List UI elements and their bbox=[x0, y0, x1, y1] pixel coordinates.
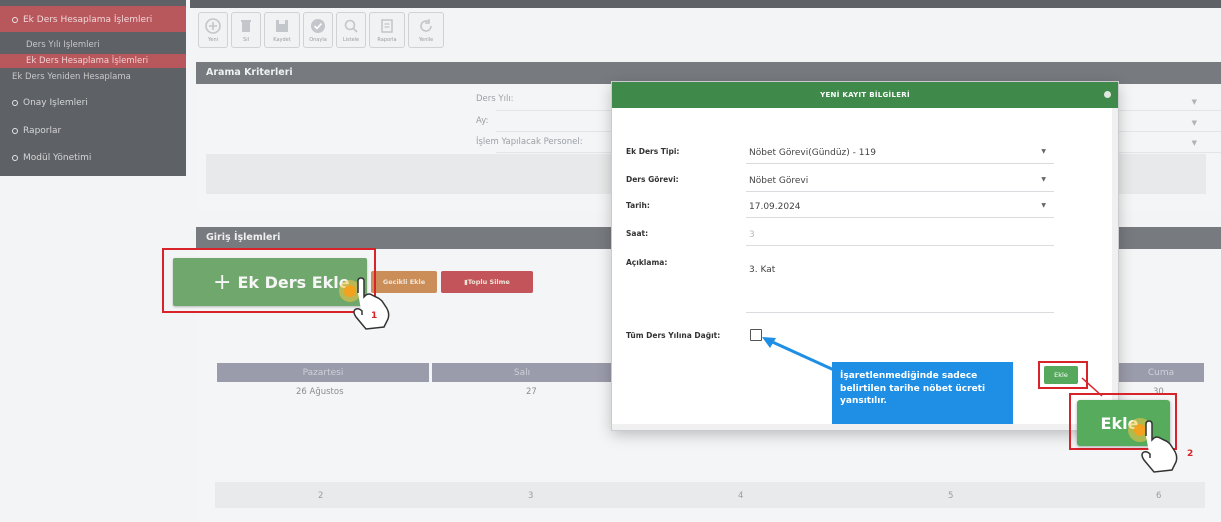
aciklama-label: Açıklama: bbox=[626, 258, 668, 267]
circle-icon bbox=[12, 154, 18, 161]
screen: Ek Ders Hesaplama İşlemleri Ders Yılı İş… bbox=[0, 0, 1221, 522]
approve-button[interactable]: Onayla bbox=[303, 12, 333, 48]
date-cell[interactable]: 27 bbox=[526, 387, 537, 397]
ders-gorevi-select[interactable]: Nöbet Görevi ▼ bbox=[746, 170, 1054, 192]
date-cell[interactable]: 6 bbox=[1156, 491, 1161, 501]
sidebar-item-ders-yili[interactable]: Ders Yılı İşlemleri bbox=[0, 40, 186, 50]
list-button[interactable]: Listele bbox=[336, 12, 366, 48]
info-callout: İşaretlenmediğinde sadece belirtilen tar… bbox=[832, 362, 1013, 424]
tum-ders-yili-label: Tüm Ders Yılına Dağıt: bbox=[626, 331, 721, 340]
circle-icon bbox=[12, 127, 18, 134]
ek-ders-tipi-select[interactable]: Nöbet Görevi(Gündüz) - 119 ▼ bbox=[746, 142, 1054, 164]
circle-icon bbox=[12, 16, 18, 23]
date-cell[interactable]: 3 bbox=[528, 491, 533, 501]
plus-circle-icon bbox=[205, 18, 221, 34]
sidebar-section-modul[interactable]: Modül Yönetimi bbox=[0, 153, 186, 163]
sidebar-item-ek-ders-hesaplama[interactable]: Ek Ders Hesaplama İşlemleri bbox=[0, 54, 186, 68]
chevron-down-icon: ▼ bbox=[1041, 148, 1046, 155]
new-button[interactable]: Yeni bbox=[198, 12, 228, 48]
day-header-sali: Salı bbox=[432, 363, 612, 382]
chevron-down-icon: ▼ bbox=[1191, 139, 1197, 147]
sidebar-section-ek-ders[interactable]: Ek Ders Hesaplama İşlemleri bbox=[0, 6, 186, 32]
refresh-button[interactable]: Yenile bbox=[408, 12, 444, 48]
saat-label: Saat: bbox=[626, 229, 649, 238]
saat-input[interactable]: 3 bbox=[746, 224, 1054, 246]
date-cell[interactable]: 26 Ağustos bbox=[296, 387, 344, 397]
hand-cursor-icon bbox=[1128, 418, 1178, 473]
refresh-icon bbox=[420, 19, 432, 32]
chevron-down-icon: ▼ bbox=[1041, 202, 1046, 209]
search-icon bbox=[344, 19, 358, 33]
calendar-week-row bbox=[215, 482, 1205, 508]
top-band bbox=[190, 0, 1221, 8]
sidebar: Ek Ders Hesaplama İşlemleri Ders Yılı İş… bbox=[0, 0, 186, 176]
check-circle-icon bbox=[311, 19, 325, 33]
ay-label: Ay: bbox=[476, 116, 489, 126]
toolbar: Yeni Sil Kaydet Onayla Listele Raporla Y… bbox=[198, 12, 444, 50]
date-cell[interactable]: 2 bbox=[318, 491, 323, 501]
ek-ders-tipi-label: Ek Ders Tipi: bbox=[626, 147, 680, 156]
arrow-icon bbox=[762, 337, 835, 372]
report-icon bbox=[381, 19, 393, 33]
aciklama-textarea[interactable]: 3. Kat bbox=[746, 255, 1054, 313]
save-button[interactable]: Kaydet bbox=[264, 12, 300, 48]
personel-label: İşlem Yapılacak Personel: bbox=[476, 137, 583, 147]
toplu-silme-button[interactable]: ▮ Toplu Silme bbox=[441, 271, 533, 293]
vertical-scrollbar[interactable] bbox=[1112, 108, 1118, 424]
step-2-label: 2 bbox=[1187, 449, 1194, 459]
tarih-input[interactable]: 17.09.2024 ▼ bbox=[746, 196, 1054, 218]
trash-icon bbox=[241, 20, 251, 32]
step-1-label: 1 bbox=[371, 311, 378, 321]
sidebar-item-yeniden-hesaplama[interactable]: Ek Ders Yeniden Hesaplama bbox=[0, 72, 186, 82]
day-header-pazartesi: Pazartesi bbox=[217, 363, 429, 382]
chevron-down-icon: ▼ bbox=[1191, 98, 1197, 106]
chevron-down-icon: ▼ bbox=[1041, 176, 1046, 183]
search-panel-header: Arama Kriterleri bbox=[196, 62, 1221, 84]
close-icon[interactable] bbox=[1104, 91, 1111, 98]
floppy-icon bbox=[276, 20, 288, 32]
date-cell[interactable]: 5 bbox=[948, 491, 953, 501]
hand-cursor-icon bbox=[339, 277, 390, 330]
dialog-title: YENİ KAYIT BİLGİLERİ bbox=[612, 82, 1118, 108]
report-button[interactable]: Raporla bbox=[369, 12, 405, 48]
horizontal-scrollbar[interactable] bbox=[612, 424, 1112, 430]
circle-icon bbox=[12, 99, 18, 106]
date-cell[interactable]: 4 bbox=[738, 491, 743, 501]
day-header-cuma: Cuma bbox=[1118, 363, 1204, 382]
sidebar-section-raporlar[interactable]: Raporlar bbox=[0, 126, 186, 136]
sidebar-section-label: Ek Ders Hesaplama İşlemleri bbox=[23, 15, 153, 25]
sidebar-section-onay[interactable]: Onay İşlemleri bbox=[0, 98, 186, 108]
chevron-down-icon: ▼ bbox=[1191, 119, 1197, 127]
ders-gorevi-label: Ders Görevi: bbox=[626, 175, 679, 184]
ders-yili-label: Ders Yılı: bbox=[476, 94, 514, 104]
delete-button[interactable]: Sil bbox=[231, 12, 261, 48]
tarih-label: Tarih: bbox=[626, 201, 650, 210]
